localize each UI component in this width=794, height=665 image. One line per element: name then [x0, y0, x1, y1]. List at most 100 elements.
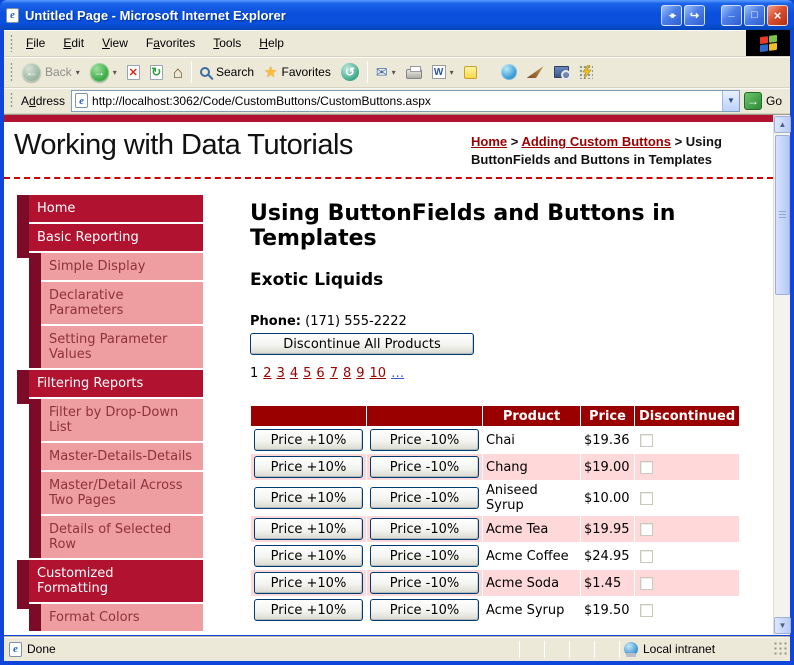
- detach-window-button[interactable]: ↪: [684, 4, 705, 26]
- phone-label: Phone:: [250, 313, 301, 329]
- history-button[interactable]: [336, 60, 364, 84]
- print-button[interactable]: [401, 62, 427, 82]
- addressbar-grip-handle[interactable]: [10, 91, 13, 110]
- menu-item-favorites[interactable]: Favorites: [137, 32, 204, 54]
- menu-item-view[interactable]: View: [93, 32, 137, 54]
- menu-item-help[interactable]: Help: [250, 32, 293, 54]
- breadcrumb-link[interactable]: Home: [471, 134, 507, 149]
- scroll-up-button[interactable]: ▲: [774, 116, 791, 133]
- forward-button[interactable]: → ▾: [85, 60, 122, 85]
- discontinued-checkbox[interactable]: [640, 603, 653, 617]
- maximize-icon: □: [751, 9, 758, 21]
- price-plus-button[interactable]: Price +10%: [254, 456, 363, 479]
- resize-grip[interactable]: [774, 642, 788, 656]
- price-minus-button[interactable]: Price -10%: [370, 487, 479, 510]
- home-button[interactable]: ⌂: [168, 61, 188, 84]
- discontinued-checkbox[interactable]: [640, 549, 653, 563]
- pager-page-link[interactable]: 3: [277, 366, 285, 381]
- pager-page-link[interactable]: 2: [263, 366, 271, 381]
- back-dropdown-chevron-icon[interactable]: ▾: [76, 68, 80, 77]
- sidebar-item-master-detail-across-two-pages[interactable]: Master/Detail Across Two Pages: [41, 472, 203, 515]
- sidebar-item-basic-reporting[interactable]: Basic Reporting: [17, 224, 203, 259]
- sidebar-item-marker: [17, 195, 29, 230]
- maximize-button[interactable]: □: [744, 4, 765, 26]
- research-button[interactable]: [522, 63, 549, 81]
- price-minus-button[interactable]: Price -10%: [370, 518, 479, 541]
- edit-with-word-button[interactable]: ▾: [427, 62, 459, 82]
- refresh-button[interactable]: [145, 62, 168, 83]
- back-button[interactable]: ← Back ▾: [17, 60, 85, 85]
- pager-more-link[interactable]: …: [391, 366, 404, 381]
- discontinued-checkbox[interactable]: [640, 491, 653, 505]
- sidebar-item-label: Basic Reporting: [29, 224, 203, 252]
- price-minus-button[interactable]: Price -10%: [370, 572, 479, 595]
- reference-button[interactable]: [549, 63, 574, 81]
- favorites-button[interactable]: ★ Favorites: [259, 60, 336, 84]
- close-button[interactable]: ×: [767, 4, 788, 26]
- address-url[interactable]: http://localhost:3062/Code/CustomButtons…: [92, 94, 718, 108]
- sidebar-item-setting-parameter-values[interactable]: Setting Parameter Values: [41, 326, 203, 369]
- menu-item-file[interactable]: File: [17, 32, 54, 54]
- forward-dropdown-chevron-icon[interactable]: ▾: [113, 68, 117, 77]
- address-dropdown-button[interactable]: ▼: [721, 90, 739, 111]
- pager-page-link[interactable]: 8: [343, 366, 351, 381]
- price-plus-button[interactable]: Price +10%: [254, 545, 363, 568]
- pager-page-link[interactable]: 7: [330, 366, 338, 381]
- sidebar-item-simple-display[interactable]: Simple Display: [41, 253, 203, 281]
- refresh-icon: [149, 64, 163, 80]
- breadcrumb-link[interactable]: Adding Custom Buttons: [521, 134, 670, 149]
- sidebar-item-home[interactable]: Home: [17, 195, 203, 230]
- vertical-scrollbar[interactable]: ▲ ▼: [773, 115, 791, 635]
- sidebar-item-details-of-selected-row[interactable]: Details of Selected Row: [41, 516, 203, 559]
- discontinued-checkbox[interactable]: [640, 460, 653, 474]
- discontinue-all-button[interactable]: Discontinue All Products: [250, 333, 474, 356]
- pager-page-link[interactable]: 4: [290, 366, 298, 381]
- toolbar-grip-handle[interactable]: [10, 61, 13, 83]
- pager-page-link[interactable]: 10: [370, 366, 387, 381]
- browse-web-button[interactable]: [496, 61, 522, 83]
- edit-dropdown-chevron-icon[interactable]: ▾: [450, 68, 454, 77]
- menu-item-edit[interactable]: Edit: [54, 32, 93, 54]
- price-minus-button[interactable]: Price -10%: [370, 545, 479, 568]
- discontinued-checkbox[interactable]: [640, 522, 653, 536]
- scrollbar-thumb[interactable]: [775, 135, 790, 295]
- pager-page-link[interactable]: 9: [356, 366, 364, 381]
- sidebar-item-customized-formatting[interactable]: Customized Formatting: [17, 560, 203, 610]
- discontinued-checkbox[interactable]: [640, 576, 653, 590]
- address-input[interactable]: http://localhost:3062/Code/CustomButtons…: [71, 89, 740, 112]
- sidebar-item-filter-by-drop-down-list[interactable]: Filter by Drop-Down List: [41, 399, 203, 442]
- mail-button[interactable]: ✉ ▾: [371, 61, 401, 84]
- menu-item-tools[interactable]: Tools: [204, 32, 250, 54]
- sidebar-item-declarative-parameters[interactable]: Declarative Parameters: [41, 282, 203, 325]
- sidebar-item-filtering-reports[interactable]: Filtering Reports: [17, 370, 203, 405]
- price-plus-button[interactable]: Price +10%: [254, 487, 363, 510]
- product-cell: Chai: [482, 426, 581, 455]
- titlebar[interactable]: Untitled Page - Microsoft Internet Explo…: [0, 0, 794, 30]
- price-plus-button[interactable]: Price +10%: [254, 599, 363, 622]
- price-plus-button[interactable]: Price +10%: [254, 518, 363, 541]
- minimize-button[interactable]: _: [721, 4, 742, 26]
- price-plus-button[interactable]: Price +10%: [254, 572, 363, 595]
- windows-logo: [746, 30, 790, 56]
- pager-page-link[interactable]: 5: [303, 366, 311, 381]
- web-components-button[interactable]: [574, 62, 598, 82]
- mail-icon: ✉: [375, 63, 388, 80]
- word-icon: [431, 65, 446, 79]
- price-plus-button[interactable]: Price +10%: [254, 429, 363, 452]
- discuss-button[interactable]: [459, 63, 482, 82]
- menubar-grip-handle[interactable]: [10, 33, 13, 53]
- discontinued-checkbox[interactable]: [640, 433, 653, 447]
- pager-page-link[interactable]: 6: [316, 366, 324, 381]
- scroll-down-button[interactable]: ▼: [774, 617, 791, 634]
- price-minus-cell: Price -10%: [366, 426, 483, 455]
- mail-dropdown-chevron-icon[interactable]: ▾: [392, 68, 396, 77]
- price-minus-button[interactable]: Price -10%: [370, 456, 479, 479]
- sidebar-item-master-details-details[interactable]: Master-Details-Details: [41, 443, 203, 471]
- stop-button[interactable]: [122, 62, 145, 83]
- go-button[interactable]: → Go: [740, 91, 788, 111]
- search-button[interactable]: Search: [195, 62, 259, 82]
- price-minus-button[interactable]: Price -10%: [370, 599, 479, 622]
- sidebar-item-format-colors[interactable]: Format Colors: [41, 604, 203, 632]
- price-minus-button[interactable]: Price -10%: [370, 429, 479, 452]
- pan-arrows-button[interactable]: ◂▸: [661, 4, 682, 26]
